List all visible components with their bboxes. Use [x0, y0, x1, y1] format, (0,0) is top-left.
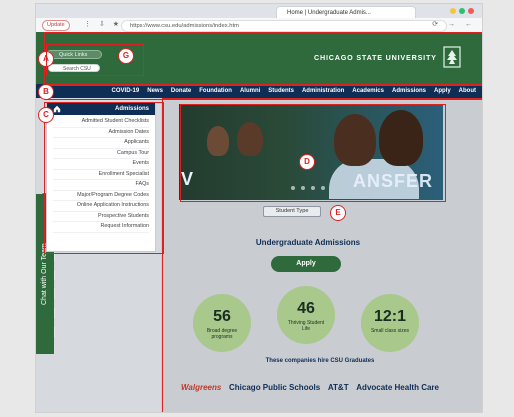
stat-circle: 46 Thriving Student Life — [277, 286, 335, 344]
carousel-dots[interactable] — [291, 186, 325, 190]
main-content: V ANSFER Student Type Undergraduate Admi… — [161, 98, 482, 412]
stat-circle: 12:1 Small class sizes — [361, 294, 419, 352]
quick-links-select[interactable]: Quick Links — [46, 50, 102, 59]
page-heading: Undergraduate Admissions — [255, 238, 361, 247]
sidebar-link[interactable]: Events — [53, 159, 149, 170]
student-photo — [207, 126, 229, 156]
admissions-sidebar: Admissions Admitted Student Checklists A… — [46, 102, 156, 252]
tab-bar: Home | Undergraduate Admis... — [36, 4, 482, 19]
sidebar-link[interactable]: Online Application Instructions — [53, 201, 149, 212]
university-logo[interactable]: CHICAGO STATE UNIVERSITY — [314, 46, 462, 68]
nav-academics[interactable]: Academics — [352, 88, 384, 94]
stat-value: 12:1 — [373, 308, 407, 325]
window-controls — [450, 8, 474, 14]
company-logo[interactable]: Walgreens — [181, 383, 221, 392]
companies-heading: These companies hire CSU Graduates — [265, 358, 375, 364]
main-navigation: About Apply Admissions Academics Adminis… — [36, 84, 482, 98]
minimize-icon[interactable] — [450, 8, 456, 14]
stat-value: 56 — [213, 308, 231, 325]
stat-value: 46 — [297, 300, 315, 317]
address-bar: Update ⋮ ⇩ ★ https://www.csu.edu/admissi… — [36, 18, 482, 33]
sidebar-link[interactable]: Enrollment Specialist — [53, 170, 149, 180]
callout-label-b: B — [38, 84, 54, 100]
callout-label-d: D — [299, 154, 315, 170]
sidebar-link[interactable]: Major/Program Degree Codes — [53, 191, 149, 201]
sidebar-title: Admissions — [114, 106, 149, 112]
university-name: CHICAGO STATE UNIVERSITY — [314, 52, 437, 62]
banner-text-left: V — [181, 169, 195, 189]
apply-button[interactable]: Apply — [271, 256, 341, 272]
nav-alumni[interactable]: Alumni — [240, 88, 260, 94]
company-logos: Walgreens Chicago Public Schools AT&T Ad… — [181, 374, 439, 400]
nav-students[interactable]: Students — [268, 88, 294, 94]
sidebar-link[interactable]: FAQs — [53, 180, 149, 191]
close-icon[interactable] — [468, 8, 474, 14]
url-field[interactable]: https://www.csu.edu/admissions/index.htm — [121, 20, 447, 32]
nav-admissions[interactable]: Admissions — [392, 88, 426, 94]
company-logo[interactable]: Advocate Health Care — [356, 383, 439, 392]
nav-covid[interactable]: COVID-19 — [112, 88, 140, 94]
stat-label: Thriving Student Life — [287, 320, 325, 332]
callout-label-e: E — [330, 205, 346, 221]
browser-tab[interactable]: Home | Undergraduate Admis... — [276, 6, 416, 18]
chat-label: Chat with Our Team — [41, 243, 48, 305]
update-button[interactable]: Update — [42, 20, 70, 31]
sidebar-link[interactable]: Applicants — [53, 138, 149, 149]
sidebar-links: Admitted Student Checklists Admission Da… — [47, 115, 155, 235]
sidebar-link[interactable]: Request Information — [53, 222, 149, 233]
company-logo[interactable]: AT&T — [328, 383, 349, 392]
home-icon[interactable] — [53, 105, 61, 113]
sidebar-link[interactable]: Campus Tour — [53, 149, 149, 159]
site-header: Quick Links Search CSU CHICAGO STATE UNI… — [36, 32, 482, 84]
nav-news[interactable]: News — [147, 88, 163, 94]
callout-label-a: A — [38, 51, 54, 67]
sidebar-link[interactable]: Admission Dates — [53, 128, 149, 138]
company-logo[interactable]: Chicago Public Schools — [229, 383, 320, 392]
callout-label-g: G — [118, 48, 134, 64]
maximize-icon[interactable] — [459, 8, 465, 14]
stat-circle: 56 Broad degree programs — [193, 294, 251, 352]
tree-logo-icon — [443, 46, 461, 68]
banner-text-right: ANSFER — [352, 171, 433, 191]
nav-arrows[interactable]: ⟳ → ← — [432, 20, 476, 28]
student-photo — [334, 114, 376, 166]
search-input[interactable]: Search CSU — [48, 64, 100, 72]
sidebar-link[interactable]: Admitted Student Checklists — [53, 117, 149, 128]
nav-foundation[interactable]: Foundation — [199, 88, 232, 94]
sidebar-header: Admissions — [47, 103, 155, 115]
sidebar-link[interactable]: Prospective Students — [53, 212, 149, 222]
student-photo — [237, 122, 263, 156]
nav-administration[interactable]: Administration — [302, 88, 344, 94]
stat-label: Small class sizes — [370, 328, 410, 334]
nav-apply[interactable]: Apply — [434, 88, 451, 94]
student-photo — [379, 110, 423, 166]
stats-circles: 56 Broad degree programs 46 Thriving Stu… — [193, 286, 423, 356]
browser-action-icons: ⋮ ⇩ ★ — [84, 21, 123, 28]
callout-label-c: C — [38, 107, 54, 123]
nav-donate[interactable]: Donate — [171, 88, 191, 94]
student-type-select[interactable]: Student Type — [263, 206, 321, 217]
browser-window: Home | Undergraduate Admis... Update ⋮ ⇩… — [36, 4, 482, 412]
stat-label: Broad degree programs — [206, 328, 238, 340]
hero-banner[interactable]: V ANSFER — [179, 104, 443, 200]
page-content: Chat with Our Team Admissions Admitted S… — [36, 98, 482, 412]
nav-about[interactable]: About — [459, 88, 476, 94]
